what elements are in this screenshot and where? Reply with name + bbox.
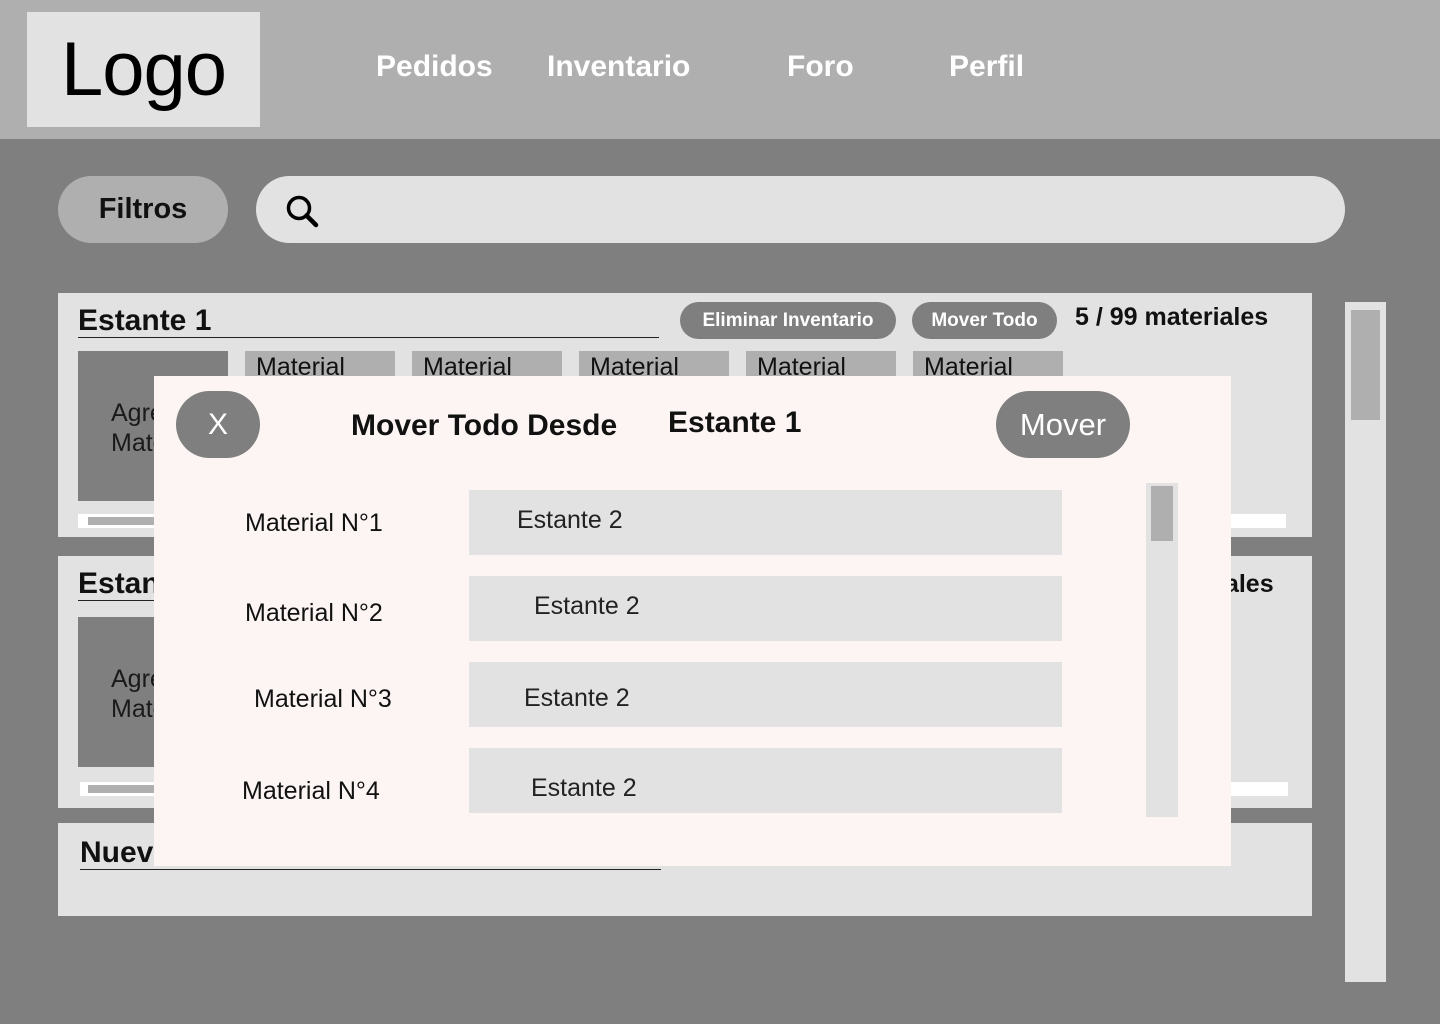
target-shelf-value: Estante 2 xyxy=(524,684,630,712)
nav-inventario[interactable]: Inventario xyxy=(547,50,690,84)
target-shelf-value: Estante 2 xyxy=(534,592,640,620)
page-scrollbar[interactable] xyxy=(1345,302,1386,982)
material-count: 5 / 99 materiales xyxy=(1075,303,1269,331)
scrollbar-thumb[interactable] xyxy=(88,785,158,793)
move-all-modal: X Mover Todo Desde Estante 1 Mover Mater… xyxy=(154,376,1231,866)
modal-title: Mover Todo Desde xyxy=(351,409,618,442)
modal-scrollbar[interactable] xyxy=(1146,483,1178,817)
scrollbar-thumb[interactable] xyxy=(1351,310,1380,420)
target-shelf-value: Estante 2 xyxy=(517,506,623,534)
material-label: Material N°2 xyxy=(245,599,383,627)
target-shelf-value: Estante 2 xyxy=(531,774,637,802)
target-shelf-select[interactable]: Estante 2 xyxy=(469,576,1062,641)
move-all-button[interactable]: Mover Todo xyxy=(912,302,1057,339)
target-shelf-select[interactable]: Estante 2 xyxy=(469,662,1062,727)
top-header: Logo Pedidos Inventario Foro Perfil xyxy=(0,0,1440,139)
scrollbar-thumb[interactable] xyxy=(88,517,158,525)
modal-source-shelf: Estante 1 xyxy=(668,406,802,439)
search-icon[interactable] xyxy=(285,194,319,228)
delete-inventory-button[interactable]: Eliminar Inventario xyxy=(680,302,896,339)
nav-pedidos[interactable]: Pedidos xyxy=(376,50,493,84)
move-button[interactable]: Mover xyxy=(996,391,1130,458)
material-label: Material N°1 xyxy=(245,509,383,537)
shelf-title: Estante 1 xyxy=(78,305,659,338)
target-shelf-select[interactable]: Estante 2 xyxy=(469,748,1062,813)
scrollbar-thumb[interactable] xyxy=(1151,486,1173,541)
nav-foro[interactable]: Foro xyxy=(787,50,854,84)
target-shelf-select[interactable]: Estante 2 xyxy=(469,490,1062,555)
search-input[interactable] xyxy=(256,176,1345,243)
close-button[interactable]: X xyxy=(176,391,260,458)
material-label: Material N°3 xyxy=(254,685,392,713)
filters-button[interactable]: Filtros xyxy=(58,176,228,243)
nav-perfil[interactable]: Perfil xyxy=(949,50,1024,84)
logo[interactable]: Logo xyxy=(27,12,260,127)
material-label: Material N°4 xyxy=(242,777,380,805)
